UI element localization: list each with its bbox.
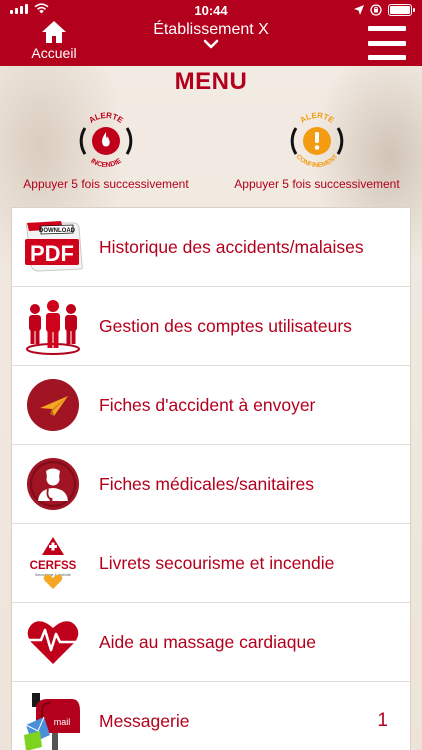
menu-item-label: Livrets secourisme et incendie: [99, 552, 335, 573]
svg-text:ALERTE: ALERTE: [87, 111, 125, 125]
hamburger-menu-button[interactable]: [368, 26, 406, 60]
mailbox-text: mail: [54, 717, 71, 727]
menu-item-first-aid-fire-booklets[interactable]: CERFSS Secourisme & Incendie Livrets sec…: [12, 524, 410, 603]
page-title: MENU: [174, 68, 248, 95]
menu-item-label: Fiches médicales/sanitaires: [99, 473, 314, 494]
home-label: Accueil: [31, 45, 77, 61]
menu-item-label: Aide au massage cardiaque: [99, 631, 316, 652]
menu-item-medical-forms[interactable]: Fiches médicales/sanitaires: [12, 445, 410, 524]
menu-item-label: Messagerie: [99, 710, 190, 731]
fire-alert-hint: Appuyer 5 fois successivement: [23, 177, 189, 191]
pdf-icon-text: PDF: [30, 241, 74, 266]
top-bar: 10:44 Accueil Établissement X: [0, 0, 422, 66]
svg-text:INCENDIE: INCENDIE: [89, 157, 123, 169]
orientation-lock-icon: [370, 4, 382, 16]
menu-item-label: Fiches d'accident à envoyer: [99, 394, 316, 415]
cerfss-logo-icon: CERFSS Secourisme & Incendie: [21, 531, 85, 595]
fire-alert-button[interactable]: ALERTE INCENDIE Appuyer 5 fois successiv…: [6, 108, 206, 191]
pdf-download-icon: DOWNLOAD PDF: [21, 215, 85, 279]
svg-text:ALERTE: ALERTE: [298, 111, 336, 125]
chevron-down-icon: [203, 39, 219, 49]
confinement-alert-button[interactable]: ALERTE CONFINEMENT Appuyer 5 fois succes…: [217, 108, 417, 191]
establishment-selector[interactable]: Établissement X: [120, 21, 302, 49]
menu-item-cardiac-massage[interactable]: Aide au massage cardiaque: [12, 603, 410, 682]
status-bar: 10:44: [0, 0, 422, 22]
heart-pulse-icon: [21, 610, 85, 674]
menu-item-label: Gestion des comptes utilisateurs: [99, 315, 352, 336]
cerfss-logo-text: CERFSS: [30, 560, 77, 572]
paper-plane-icon: [21, 373, 85, 437]
battery-icon: [388, 4, 415, 16]
status-right: [354, 4, 415, 16]
svg-text:CONFINEMENT: CONFINEMENT: [295, 153, 340, 169]
home-icon: [42, 21, 66, 43]
menu-item-accident-history[interactable]: DOWNLOAD PDF Historique des accidents/ma…: [12, 208, 410, 287]
users-icon: [21, 294, 85, 358]
confinement-alert-icon: ALERTE CONFINEMENT: [290, 111, 344, 169]
confinement-ring-bottom-text: CONFINEMENT: [295, 153, 340, 169]
menu-item-label: Historique des accidents/malaises: [99, 236, 364, 257]
confinement-ring-top-text: ALERTE: [298, 111, 336, 125]
menu-item-accident-forms-to-send[interactable]: Fiches d'accident à envoyer: [12, 366, 410, 445]
fire-ring-top-text: ALERTE: [87, 111, 125, 125]
mailbox-icon: mail: [21, 689, 85, 750]
menu-list: DOWNLOAD PDF Historique des accidents/ma…: [11, 207, 411, 750]
fire-alert-icon: ALERTE INCENDIE: [79, 111, 133, 169]
fire-ring-bottom-text: INCENDIE: [89, 157, 123, 169]
doctor-icon: [21, 452, 85, 516]
pdf-icon-download-text: DOWNLOAD: [39, 228, 76, 234]
home-button[interactable]: Accueil: [28, 20, 80, 64]
menu-item-messaging[interactable]: mail Messagerie 1: [12, 682, 410, 750]
cerfss-logo-subtext: Secourisme & Incendie: [35, 573, 71, 577]
establishment-title: Établissement X: [153, 21, 269, 38]
unread-count-badge: 1: [377, 710, 388, 731]
confinement-alert-hint: Appuyer 5 fois successivement: [234, 177, 400, 191]
menu-item-user-accounts[interactable]: Gestion des comptes utilisateurs: [12, 287, 410, 366]
location-arrow-icon: [354, 5, 364, 15]
